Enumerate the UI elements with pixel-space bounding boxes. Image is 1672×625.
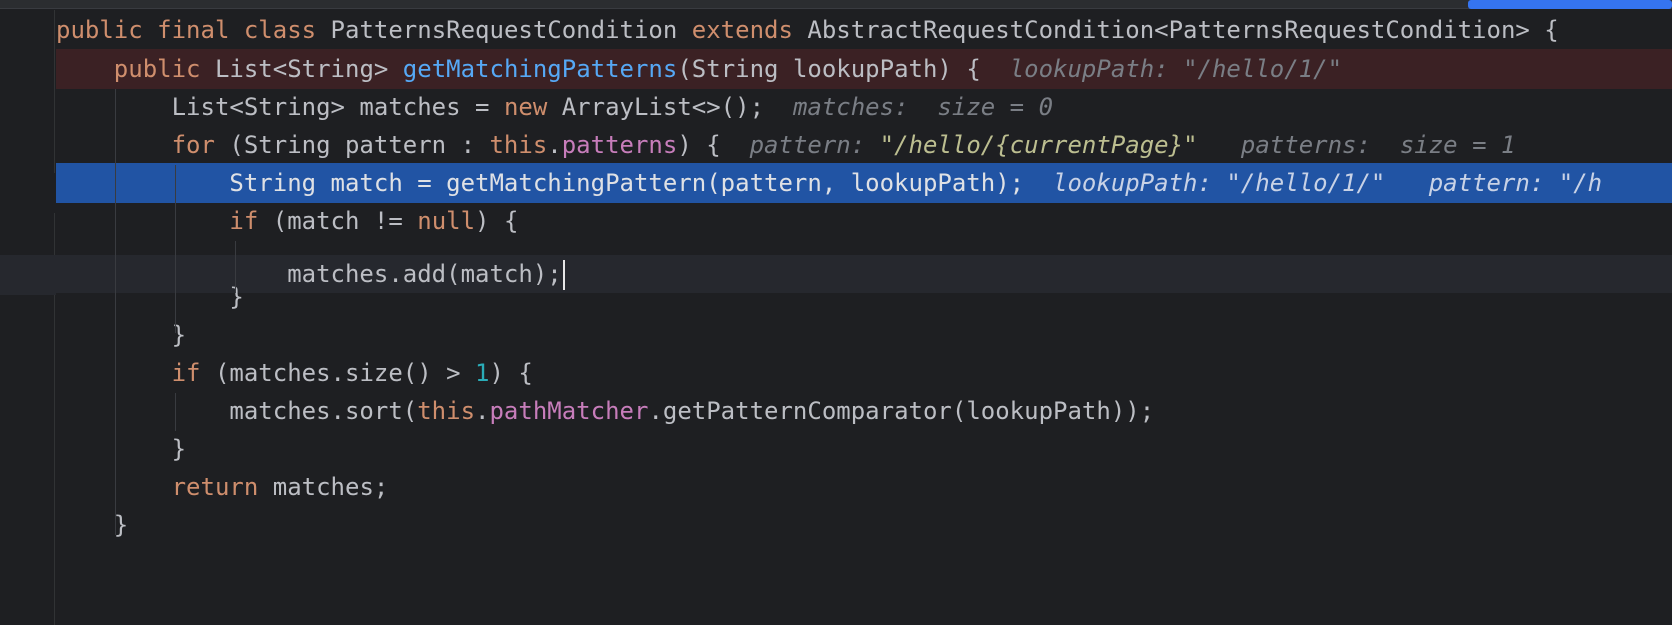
code-token-text: .getPatternComparator(lookupPath));: [648, 397, 1155, 425]
code-token-keyword: public: [113, 55, 215, 83]
code-token-text: .: [475, 397, 490, 425]
code-line-matches-sort[interactable]: matches.sort(this.pathMatcher.getPattern…: [56, 391, 1672, 431]
code-token-text: String match = getMatchingPattern(patter…: [229, 169, 1025, 197]
indent-guide: [175, 393, 176, 431]
code-token-keyword: extends: [691, 16, 808, 44]
code-line-for-loop[interactable]: for (String pattern : this.patterns) { p…: [56, 125, 1672, 165]
code-line-if-null[interactable]: if (match != null) {: [56, 201, 1672, 241]
inline-hint-label: pattern:: [749, 131, 880, 159]
inline-hint-gap: [1385, 169, 1428, 197]
inline-hint-value: "/hello/1/": [1183, 55, 1343, 83]
code-line-return[interactable]: return matches;: [56, 467, 1672, 507]
code-token-field: patterns: [561, 131, 678, 159]
code-token-number: 1: [475, 359, 490, 387]
code-line-close-brace[interactable]: }: [56, 277, 1672, 317]
code-token-text: ) {: [677, 131, 721, 159]
code-line-close-brace[interactable]: }: [56, 505, 1672, 545]
code-token-text: ) {: [475, 207, 519, 235]
indent-guide: [115, 89, 116, 535]
inline-hint-label: matches: size = 0: [792, 93, 1054, 121]
inline-debug-hint: [764, 93, 793, 121]
code-token-text: (matches.size() >: [214, 359, 476, 387]
code-token-params: (String lookupPath) {: [677, 55, 981, 83]
code-line-matches-init[interactable]: List<String> matches = new ArrayList<>()…: [56, 87, 1672, 127]
code-token-keyword: this: [489, 131, 548, 159]
code-token-keyword: new: [503, 93, 562, 121]
code-token-brace: }: [171, 435, 187, 463]
code-editor[interactable]: public final class PatternsRequestCondit…: [0, 0, 1672, 625]
code-token-keyword: for: [171, 131, 230, 159]
inline-debug-hint: [721, 131, 750, 159]
code-line-close-brace[interactable]: }: [56, 429, 1672, 469]
code-token-keyword: this: [417, 397, 476, 425]
inline-hint-label: lookupPath:: [1009, 55, 1184, 83]
code-token-text: matches.sort(: [229, 397, 418, 425]
code-token-superclass: AbstractRequestCondition<PatternsRequest…: [807, 16, 1559, 44]
code-token-keyword: return: [171, 473, 273, 501]
indent-guide: [235, 241, 236, 293]
code-line-close-brace[interactable]: }: [56, 315, 1672, 355]
inline-hint-label: pattern:: [1428, 169, 1559, 197]
code-token-text: .: [547, 131, 562, 159]
code-token-keyword: public final class: [56, 16, 331, 44]
execution-point-gutter: [0, 173, 56, 213]
code-line-class-declaration[interactable]: public final class PatternsRequestCondit…: [56, 10, 1672, 50]
code-token-brace: }: [229, 283, 244, 311]
code-token-keyword: if: [171, 359, 215, 387]
code-token-text: ) {: [489, 359, 533, 387]
code-token-field: pathMatcher: [489, 397, 649, 425]
code-token-brace: }: [171, 321, 187, 349]
code-line-method-declaration[interactable]: public List<String> getMatchingPatterns(…: [56, 49, 1672, 89]
code-token-text: (String pattern :: [229, 131, 490, 159]
inline-hint-gap: [1198, 131, 1241, 159]
inline-hint-label: patterns: size = 1: [1240, 131, 1516, 159]
code-token-type: List<String>: [214, 55, 403, 83]
inline-hint-value: "/hello/1/": [1226, 169, 1386, 197]
horizontal-scrollbar-thumb[interactable]: [1468, 0, 1672, 9]
inline-debug-hint: [1024, 169, 1053, 197]
editor-gutter[interactable]: [0, 10, 55, 625]
code-line-execution-point[interactable]: String match = getMatchingPattern(patter…: [56, 163, 1672, 203]
indent-guide: [175, 165, 176, 333]
code-token-text: (match !=: [272, 207, 418, 235]
editor-top-bar: [0, 0, 1672, 9]
code-token-text: matches;: [272, 473, 389, 501]
inline-debug-hint: [981, 55, 1010, 83]
code-token-keyword: if: [229, 207, 273, 235]
code-token-text: ArrayList<>();: [561, 93, 765, 121]
inline-hint-value: "/hello/{currentPage}": [879, 131, 1198, 159]
code-token-method-name: getMatchingPatterns: [402, 55, 678, 83]
code-token-class-name: PatternsRequestCondition: [330, 16, 692, 44]
code-token-text: List<String> matches =: [171, 93, 504, 121]
code-line-if-size[interactable]: if (matches.size() > 1) {: [56, 353, 1672, 393]
inline-hint-label: lookupPath:: [1053, 169, 1227, 197]
code-token-keyword: null: [417, 207, 476, 235]
inline-hint-value: "/h: [1558, 169, 1603, 197]
caret-line-gutter: [0, 255, 56, 295]
